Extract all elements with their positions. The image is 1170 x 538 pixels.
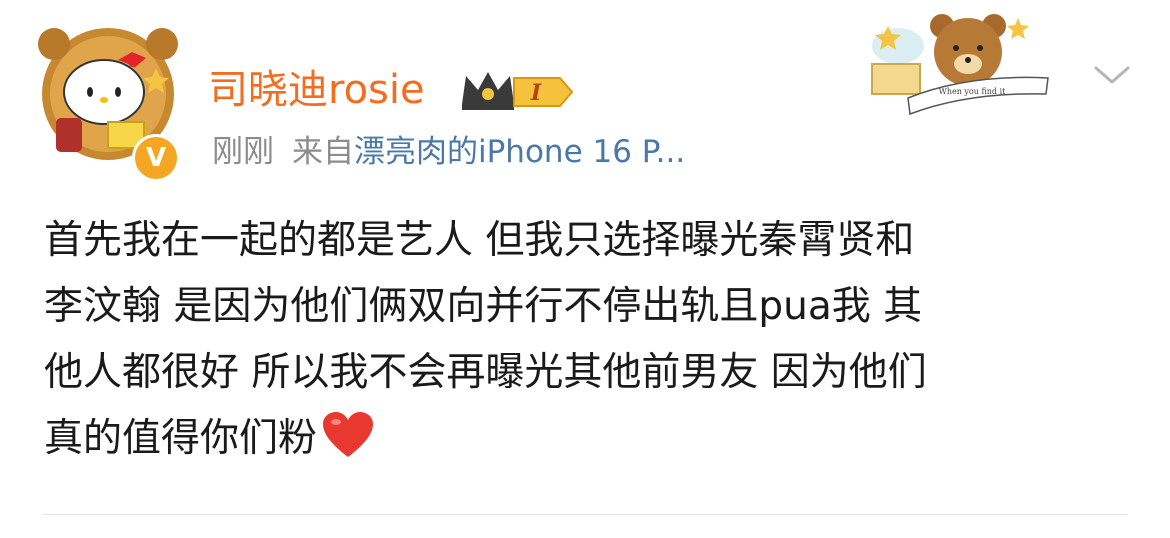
post-time: 刚刚 <box>212 134 274 170</box>
content-line-last: 真的值得你们粉 <box>44 406 1124 472</box>
divider <box>42 514 1128 515</box>
post-meta: 刚刚 来自漂亮肉的iPhone 16 P... <box>212 130 685 174</box>
teddy-bear-decoration: When you find it <box>868 6 1054 126</box>
content-line: 他人都很好 所以我不会再曝光其他前男友 因为他们 <box>44 350 927 395</box>
source-device-link[interactable]: 漂亮肉的iPhone 16 P... <box>354 134 685 170</box>
content-line: 李汶翰 是因为他们俩双向并行不停出轨且pua我 其 <box>44 284 923 329</box>
heart-emoji-icon <box>321 411 375 480</box>
vip-crown-icon[interactable]: I <box>460 68 576 116</box>
content-line: 首先我在一起的都是艺人 但我只选择曝光秦霄贤和 <box>44 218 915 263</box>
content-line: 真的值得你们粉 <box>44 416 318 461</box>
chevron-down-icon[interactable] <box>1090 60 1134 94</box>
verified-badge: V <box>132 134 180 182</box>
post-content: 首先我在一起的都是艺人 但我只选择曝光秦霄贤和 李汶翰 是因为他们俩双向并行不停… <box>44 208 1124 472</box>
banner-text: When you find it <box>939 87 1007 96</box>
vip-level-label: I <box>530 80 542 106</box>
source-prefix: 来自 <box>292 134 354 170</box>
avatar[interactable]: V <box>38 22 180 182</box>
username[interactable]: 司晓迪rosie <box>208 64 425 116</box>
